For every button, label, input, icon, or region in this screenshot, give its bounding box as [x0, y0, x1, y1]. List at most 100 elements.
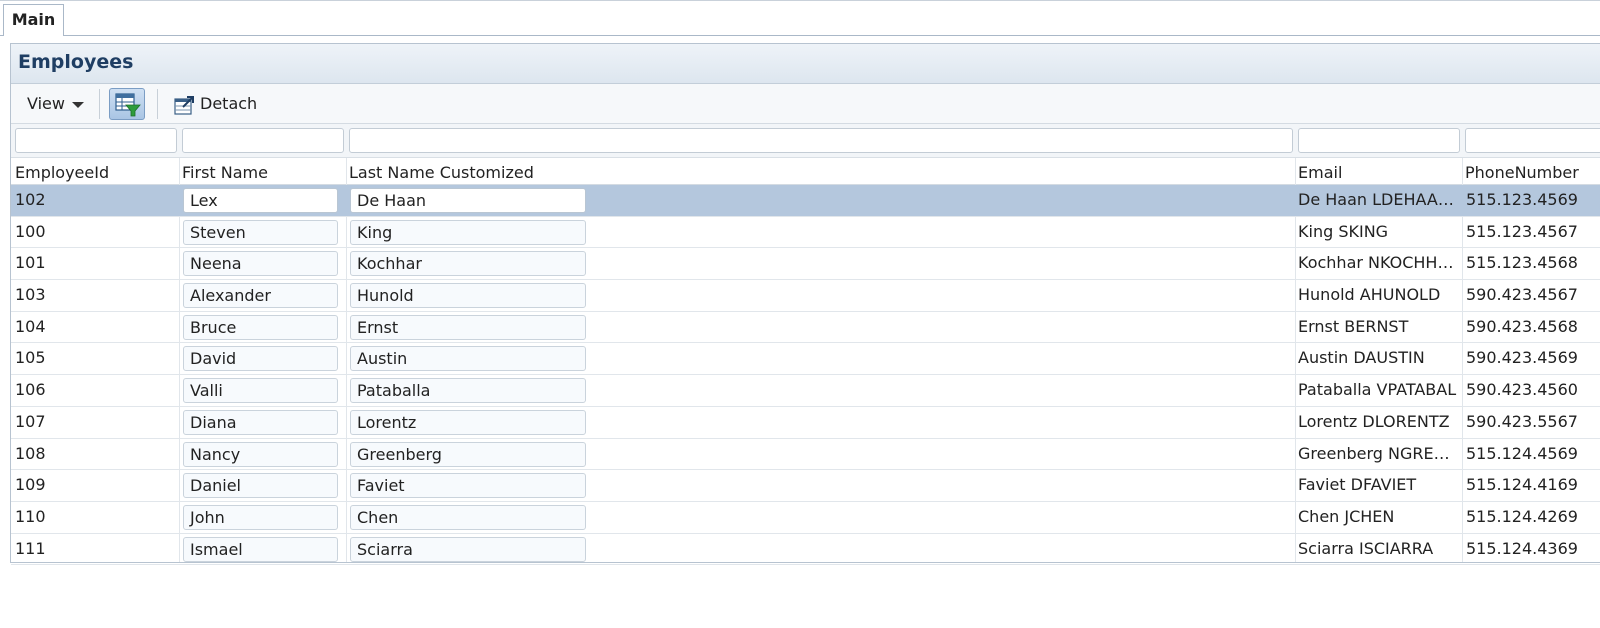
panel-header: Employees: [11, 44, 1600, 84]
table-row[interactable]: 106 Valli Pataballa Pataballa VPATABAL 590.4…: [11, 375, 1600, 407]
filter-row: [11, 124, 1600, 158]
cell-email: Sciarra ISCIARRA: [1298, 538, 1434, 558]
first-name-field[interactable]: David: [183, 346, 338, 372]
last-name-field[interactable]: Austin: [350, 346, 586, 372]
toolbar: View Detach: [11, 84, 1600, 124]
cell-employee-id: 101: [15, 253, 46, 273]
table-filter-icon: [115, 93, 141, 117]
cell-employee-id: 107: [15, 411, 46, 431]
cell-employee-id: 109: [15, 475, 46, 495]
cell-email: King SKING: [1298, 221, 1389, 241]
last-name-field[interactable]: Faviet: [350, 473, 586, 499]
filter-input-first-name[interactable]: [182, 128, 344, 153]
first-name-field[interactable]: Daniel: [183, 473, 338, 499]
column-header-email[interactable]: Email: [1298, 163, 1342, 182]
employees-panel: Employees View Detach EmployeeId First N…: [10, 43, 1600, 566]
cell-phone-number: 515.123.4567: [1466, 221, 1578, 241]
cell-phone-number: 590.423.4569: [1466, 348, 1578, 368]
cell-email: Ernst BERNST: [1298, 316, 1409, 336]
column-header-row: EmployeeId First Name Last Name Customiz…: [11, 158, 1600, 185]
cell-employee-id: 100: [15, 221, 46, 241]
table-row[interactable]: 105 David Austin Austin DAUSTIN 590.423.4569: [11, 343, 1600, 376]
last-name-field[interactable]: Pataballa: [350, 378, 586, 404]
table-row[interactable]: 109 Daniel Faviet Faviet DFAVIET 515.124.416…: [11, 470, 1600, 502]
first-name-field[interactable]: Alexander: [183, 283, 338, 309]
cell-employee-id: 104: [15, 316, 46, 336]
table-row[interactable]: 111 Ismael Sciarra Sciarra ISCIARRA 515.124.…: [11, 534, 1600, 566]
last-name-field[interactable]: Sciarra: [350, 536, 586, 562]
cell-email: Chen JCHEN: [1298, 506, 1395, 526]
last-name-field[interactable]: Kochhar: [350, 251, 586, 277]
cell-email: Lorentz DLORENTZ: [1298, 411, 1450, 431]
last-name-field[interactable]: King: [350, 219, 586, 245]
table-row[interactable]: 101 Neena Kochhar Kochhar NKOCHHAR 515.123.4…: [11, 248, 1600, 281]
cell-employee-id: 102: [15, 190, 46, 209]
column-header-last-name[interactable]: Last Name Customized: [349, 163, 534, 182]
table-row[interactable]: 108 Nancy Greenberg Greenberg NGREE... 515.1…: [11, 439, 1600, 471]
last-name-field[interactable]: Chen: [350, 504, 586, 530]
cell-employee-id: 111: [15, 538, 46, 558]
filter-input-last-name[interactable]: [349, 128, 1293, 153]
first-name-field[interactable]: Steven: [183, 219, 338, 245]
column-header-employee-id[interactable]: EmployeeId: [15, 163, 109, 182]
query-by-example-button[interactable]: [109, 88, 145, 120]
tab-strip: Main: [0, 0, 1600, 36]
filter-input-employee-id[interactable]: [15, 128, 177, 153]
cell-employee-id: 108: [15, 443, 46, 463]
first-name-field[interactable]: Bruce: [183, 314, 338, 340]
table-row[interactable]: 103 Alexander Hunold Hunold AHUNOLD 590.423.…: [11, 280, 1600, 312]
first-name-field[interactable]: Lex: [183, 188, 338, 213]
cell-phone-number: 590.423.4568: [1466, 316, 1578, 336]
cell-employee-id: 103: [15, 285, 46, 305]
cell-phone-number: 590.423.4560: [1466, 380, 1578, 400]
cell-phone-number: 515.124.4369: [1466, 538, 1578, 558]
filter-input-phone[interactable]: [1465, 128, 1600, 153]
cell-phone-number: 515.124.4169: [1466, 475, 1578, 495]
table-row[interactable]: 100 Steven King King SKING 515.123.4567: [11, 217, 1600, 249]
first-name-field[interactable]: John: [183, 504, 338, 530]
cell-email: Greenberg NGREE...: [1298, 443, 1458, 463]
tab-main[interactable]: Main: [3, 4, 64, 36]
cell-employee-id: 106: [15, 380, 46, 400]
first-name-field[interactable]: Diana: [183, 409, 338, 435]
cell-phone-number: 590.423.4567: [1466, 285, 1578, 305]
last-name-field[interactable]: Hunold: [350, 283, 586, 309]
first-name-field[interactable]: Nancy: [183, 441, 338, 467]
last-name-field[interactable]: De Haan: [350, 188, 586, 213]
last-name-field[interactable]: Ernst: [350, 314, 586, 340]
cell-email: De Haan LDEHAAN...: [1298, 190, 1458, 209]
cell-email: Faviet DFAVIET: [1298, 475, 1417, 495]
table-row[interactable]: 102 Lex De Haan De Haan LDEHAAN... 515.123.4…: [11, 185, 1600, 217]
first-name-field[interactable]: Neena: [183, 251, 338, 277]
view-menu-label: View: [27, 94, 65, 113]
detach-label: Detach: [200, 94, 258, 113]
last-name-field[interactable]: Lorentz: [350, 409, 586, 435]
tab-strip-divider: [0, 35, 1600, 36]
first-name-field[interactable]: Valli: [183, 378, 338, 404]
panel-title: Employees: [18, 51, 134, 73]
column-header-phone[interactable]: PhoneNumber: [1465, 163, 1579, 182]
cell-email: Pataballa VPATABAL: [1298, 380, 1457, 400]
first-name-field[interactable]: Ismael: [183, 536, 338, 562]
table-row[interactable]: 104 Bruce Ernst Ernst BERNST 590.423.4568: [11, 312, 1600, 344]
detach-icon: [174, 95, 194, 115]
table-row[interactable]: 110 John Chen Chen JCHEN 515.124.4269: [11, 502, 1600, 534]
cell-email: Hunold AHUNOLD: [1298, 285, 1441, 305]
filter-input-email[interactable]: [1298, 128, 1460, 153]
toolbar-divider: [99, 89, 100, 119]
view-menu-button[interactable]: View: [27, 94, 84, 113]
cell-employee-id: 110: [15, 506, 46, 526]
cell-phone-number: 515.124.4569: [1466, 443, 1578, 463]
caret-down-icon: [71, 101, 84, 108]
cell-email: Kochhar NKOCHHAR: [1298, 253, 1458, 273]
detach-button[interactable]: Detach: [173, 92, 257, 116]
toolbar-divider: [157, 89, 158, 119]
table-row[interactable]: 107 Diana Lorentz Lorentz DLORENTZ 590.423.5…: [11, 407, 1600, 439]
cell-employee-id: 105: [15, 348, 46, 368]
last-name-field[interactable]: Greenberg: [350, 441, 586, 467]
cell-phone-number: 515.124.4269: [1466, 506, 1578, 526]
cell-phone-number: 590.423.5567: [1466, 411, 1578, 431]
column-header-first-name[interactable]: First Name: [182, 163, 268, 182]
cell-phone-number: 515.123.4568: [1466, 253, 1578, 273]
cell-email: Austin DAUSTIN: [1298, 348, 1425, 368]
